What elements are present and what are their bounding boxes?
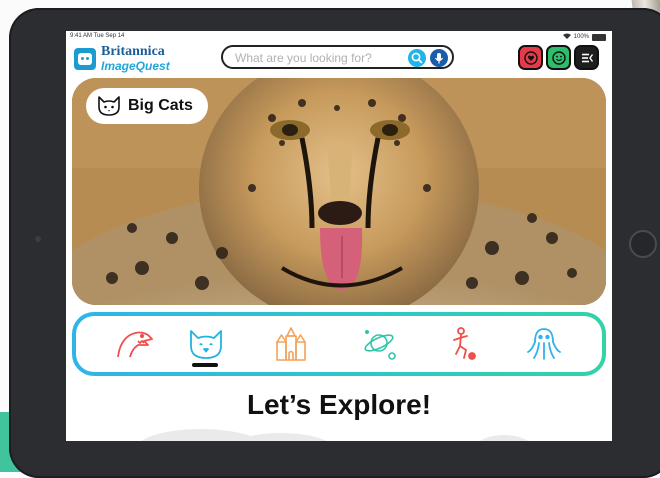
octopus-icon xyxy=(527,328,561,360)
cat-face-icon xyxy=(190,330,222,359)
castle-icon xyxy=(276,327,306,361)
category-space[interactable] xyxy=(359,326,399,362)
app-screen: 9:41 AM Tue Sep 14 100% Britannica Image… xyxy=(66,31,612,441)
search-input[interactable] xyxy=(233,49,407,67)
britannica-logo[interactable]: Britannica ImageQuest xyxy=(74,45,170,72)
menu-icon xyxy=(581,53,593,62)
category-big-cats[interactable] xyxy=(186,326,226,362)
search-button[interactable] xyxy=(408,49,426,67)
smiley-icon xyxy=(551,50,566,65)
category-sea-life[interactable] xyxy=(524,326,564,362)
voice-search-button[interactable] xyxy=(430,49,448,67)
status-bar: 9:41 AM Tue Sep 14 100% xyxy=(66,31,612,43)
category-badge: Big Cats xyxy=(86,88,208,124)
category-dinosaurs[interactable] xyxy=(114,326,154,362)
cloud-decoration xyxy=(474,435,534,441)
background-scene: 9:41 AM Tue Sep 14 100% Britannica Image… xyxy=(0,0,660,478)
category-badge-label: Big Cats xyxy=(128,97,193,114)
heart-icon xyxy=(523,50,538,65)
category-sports[interactable] xyxy=(444,326,484,362)
microphone-icon xyxy=(435,53,443,64)
battery-percent: 100% xyxy=(573,34,589,40)
profile-button[interactable] xyxy=(546,45,571,70)
status-time: 9:41 AM Tue Sep 14 xyxy=(70,33,125,39)
search-icon xyxy=(411,52,423,64)
dinosaur-icon xyxy=(117,331,153,358)
planet-icon xyxy=(364,330,396,360)
menu-button[interactable] xyxy=(574,45,599,70)
explore-heading: Let’s Explore! xyxy=(246,389,432,420)
logo-icon xyxy=(74,47,96,70)
logo-title: Britannica xyxy=(101,44,165,59)
football-player-icon xyxy=(453,327,476,360)
wifi-icon xyxy=(562,33,571,41)
camera-dot xyxy=(35,236,41,242)
logo-subtitle: ImageQuest xyxy=(101,59,170,73)
category-bar xyxy=(72,312,606,376)
favorites-button[interactable] xyxy=(518,45,543,70)
cat-face-icon xyxy=(98,96,120,116)
selected-category-indicator xyxy=(192,363,218,367)
category-buildings[interactable] xyxy=(271,326,311,362)
home-button[interactable] xyxy=(629,230,657,258)
search-bar xyxy=(221,45,454,69)
battery-icon xyxy=(592,33,606,41)
status-battery: 100% xyxy=(562,33,606,41)
hero-banner[interactable]: Big Cats xyxy=(72,78,606,305)
